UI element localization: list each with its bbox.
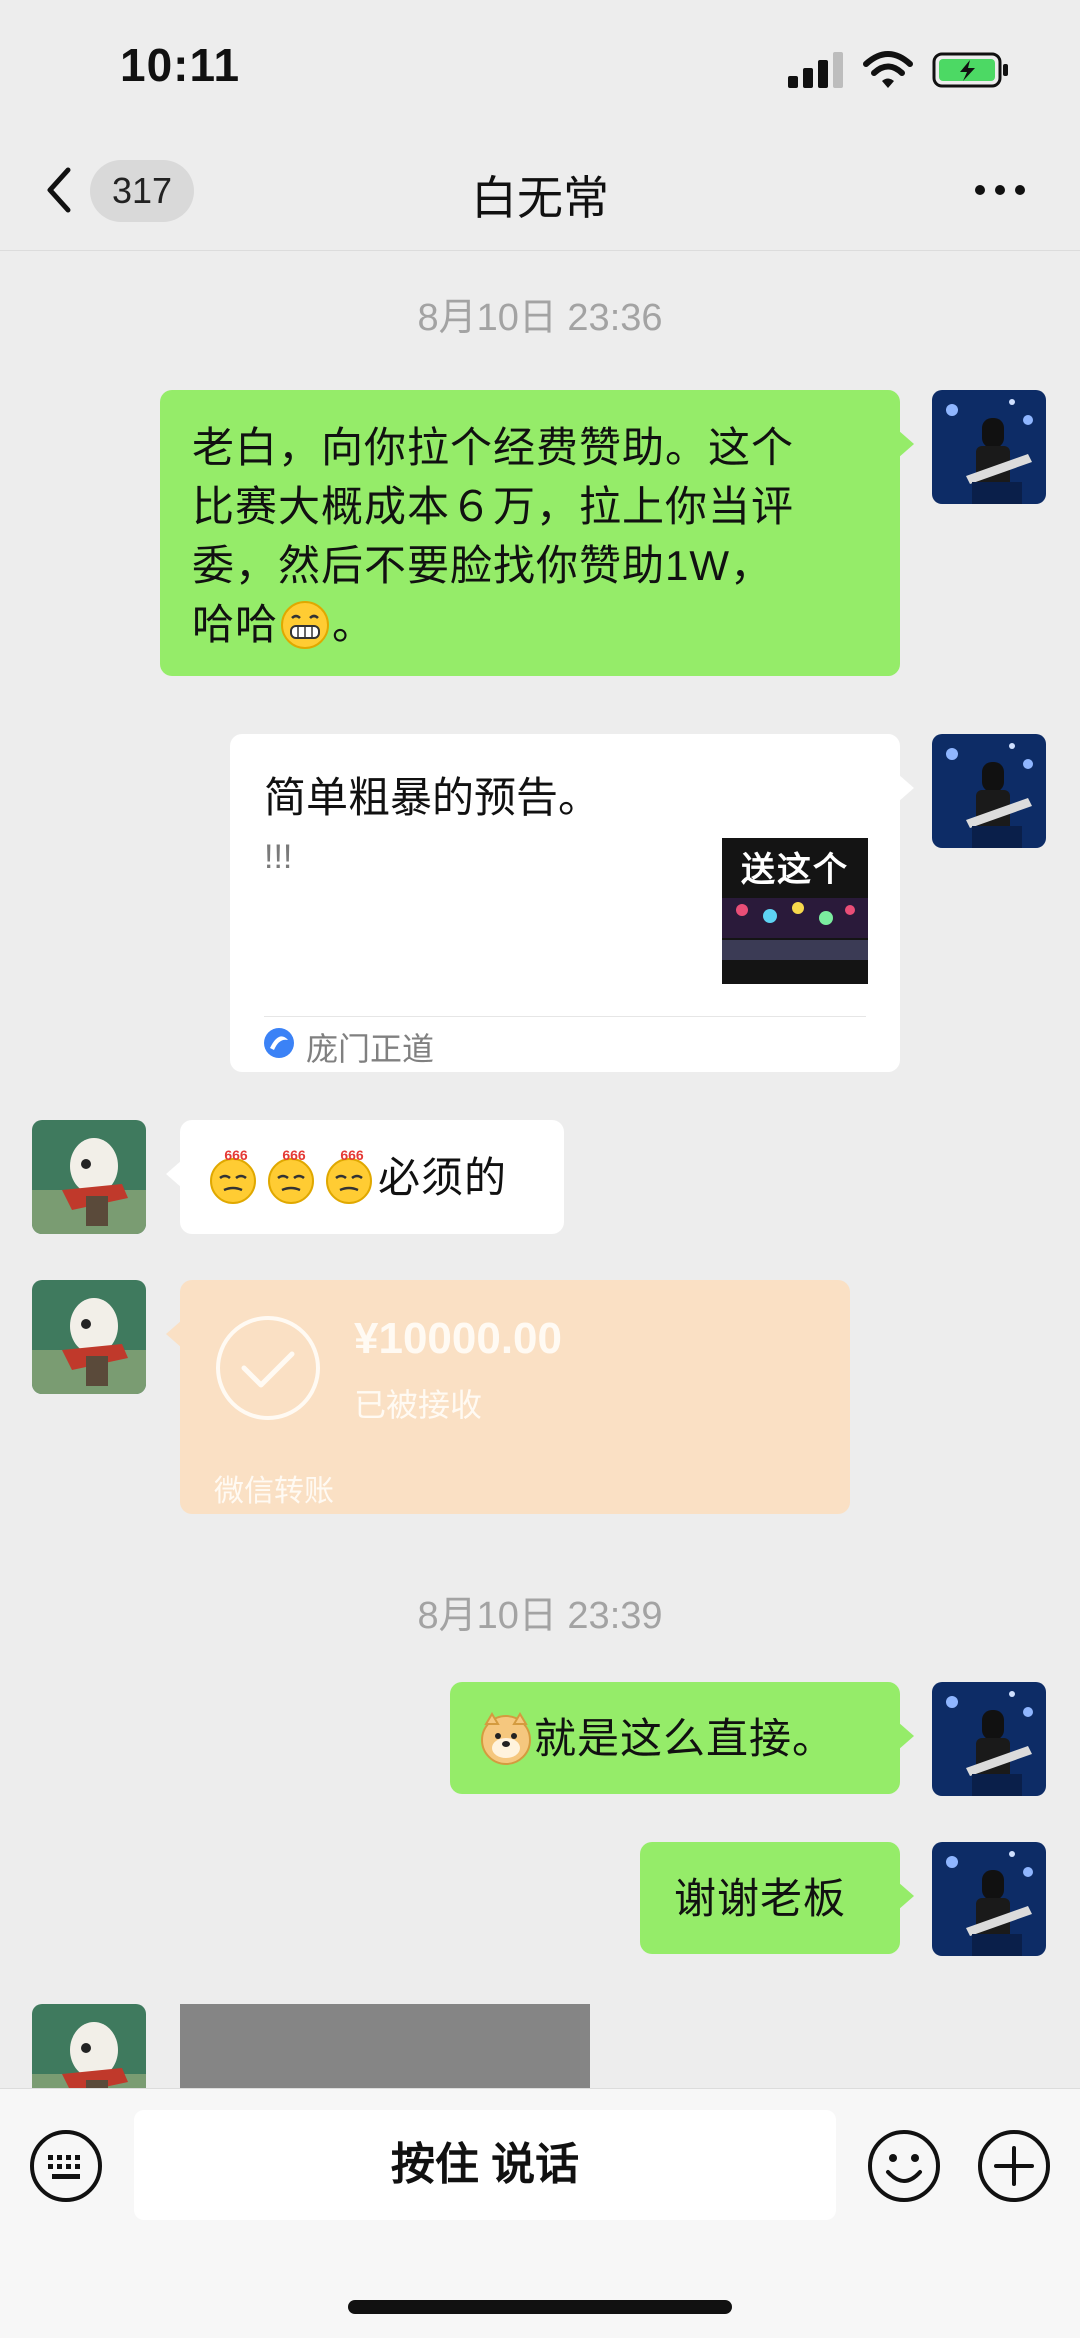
sent-message-bubble[interactable]: 谢谢老板 (640, 1842, 914, 1954)
message-text: 谢谢老板 (674, 1874, 847, 1922)
avatar[interactable] (932, 390, 1046, 504)
avatar[interactable] (932, 734, 1046, 848)
emoji-badge: 666 (224, 1148, 248, 1163)
sent-message-bubble[interactable]: 就是这么直接。 (450, 1682, 914, 1794)
avatar[interactable] (32, 1280, 146, 1394)
666-emoji-icon: 666 (326, 1148, 372, 1204)
666-emoji-icon: 666 (210, 1148, 256, 1204)
nav-divider (0, 250, 1080, 251)
more-dots-icon[interactable] (972, 180, 1028, 200)
666-emoji-icon: 666 (268, 1148, 314, 1204)
avatar[interactable] (32, 1120, 146, 1234)
battery-icon (932, 52, 1008, 88)
bubble-tail (166, 1320, 182, 1348)
card-description: !!! (264, 838, 293, 876)
transfer-label: 微信转账 (214, 1475, 334, 1508)
transfer-card[interactable]: ¥10000.00 已被接收 微信转账 (166, 1280, 850, 1514)
card-source: 庞门正道 (306, 1031, 435, 1067)
plus-icon[interactable] (976, 2128, 1052, 2204)
message-text: 就是这么直接。 (534, 1714, 836, 1762)
card-thumbnail: 送这个 (722, 838, 868, 984)
transfer-amount: ¥10000.00 (354, 1314, 562, 1363)
emoji-badge: 666 (282, 1148, 306, 1163)
emoji-badge: 666 (340, 1148, 364, 1163)
message-text: 。 (332, 601, 376, 648)
message-line: 老白，向你拉个经费赞助。这个 (192, 424, 795, 471)
message-line: 委，然后不要脸找你赞助1W， (192, 542, 774, 589)
message-text: 哈哈 (192, 601, 279, 648)
card-divider (264, 1016, 866, 1017)
transfer-status: 已被接收 (354, 1387, 483, 1423)
image-message[interactable] (180, 2004, 590, 2094)
signal-icon (788, 52, 843, 88)
check-circle-icon (216, 1316, 320, 1420)
timestamp: 8月10日 23:39 (417, 1595, 663, 1637)
sent-message-bubble[interactable]: 老白，向你拉个经费赞助。这个 比赛大概成本６万，拉上你当评 委，然后不要脸找你赞… (160, 390, 914, 676)
doge-emoji-icon (481, 1712, 531, 1765)
card-title: 简单粗暴的预告。 (264, 774, 601, 821)
hold-to-talk-button[interactable]: 按住 说话 (134, 2110, 836, 2220)
message-line: 比赛大概成本６万，拉上你当评 (192, 483, 795, 530)
wifi-icon (863, 51, 913, 88)
message-line: 哈哈 。 (192, 595, 868, 654)
status-time: 10:11 (120, 39, 241, 91)
keyboard-icon[interactable] (28, 2128, 104, 2204)
avatar[interactable] (932, 1842, 1046, 1956)
timestamp: 8月10日 23:36 (417, 297, 663, 339)
home-indicator (348, 2300, 732, 2314)
page-title: 白无常 (471, 172, 609, 224)
grin-emoji-icon (281, 600, 330, 649)
received-message-bubble[interactable]: 666 666 666 必须的 (166, 1120, 564, 1234)
message-text: 必须的 (378, 1153, 508, 1201)
emoji-icon[interactable] (866, 2128, 942, 2204)
avatar[interactable] (932, 1682, 1046, 1796)
link-card[interactable]: 简单粗暴的预告。 !!! 送这个 庞门正道 (230, 734, 914, 1072)
mini-program-icon (264, 1028, 294, 1058)
